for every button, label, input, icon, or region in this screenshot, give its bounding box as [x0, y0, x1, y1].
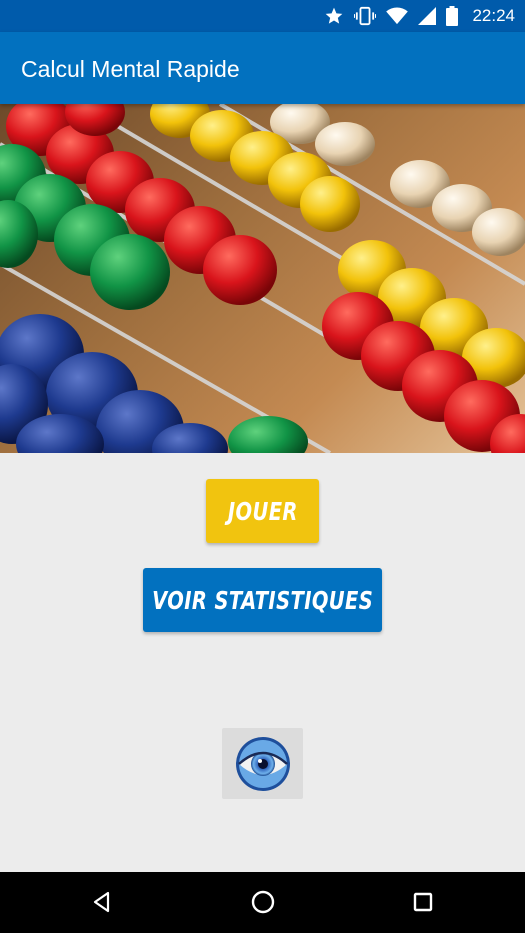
back-icon[interactable]: [87, 887, 117, 917]
battery-icon: [446, 6, 459, 26]
eye-logo: [235, 736, 290, 791]
wifi-icon: [386, 7, 409, 25]
signal-icon: [418, 7, 437, 25]
app-title: Calcul Mental Rapide: [21, 56, 240, 82]
play-button-label: JOUER: [227, 496, 298, 526]
view-statistics-label: VOIR STATISTIQUES: [151, 585, 374, 615]
vibrate-icon: [354, 6, 377, 26]
view-statistics-button[interactable]: VOIR STATISTIQUES: [143, 568, 382, 632]
status-icons: 22:24: [324, 5, 515, 27]
home-icon[interactable]: [248, 887, 278, 917]
eye-logo-button[interactable]: [222, 728, 303, 799]
main-content: JOUER VOIR STATISTIQUES: [0, 453, 525, 872]
abacus-illustration: [0, 104, 525, 453]
recent-apps-icon[interactable]: [408, 887, 438, 917]
abacus-image: [0, 104, 525, 453]
status-time: 22:24: [472, 6, 515, 25]
status-bar: 22:24: [0, 0, 525, 32]
star-icon: [324, 6, 344, 26]
app-bar: Calcul Mental Rapide: [0, 32, 525, 104]
play-button[interactable]: JOUER: [206, 479, 319, 543]
navigation-bar: [0, 872, 525, 933]
